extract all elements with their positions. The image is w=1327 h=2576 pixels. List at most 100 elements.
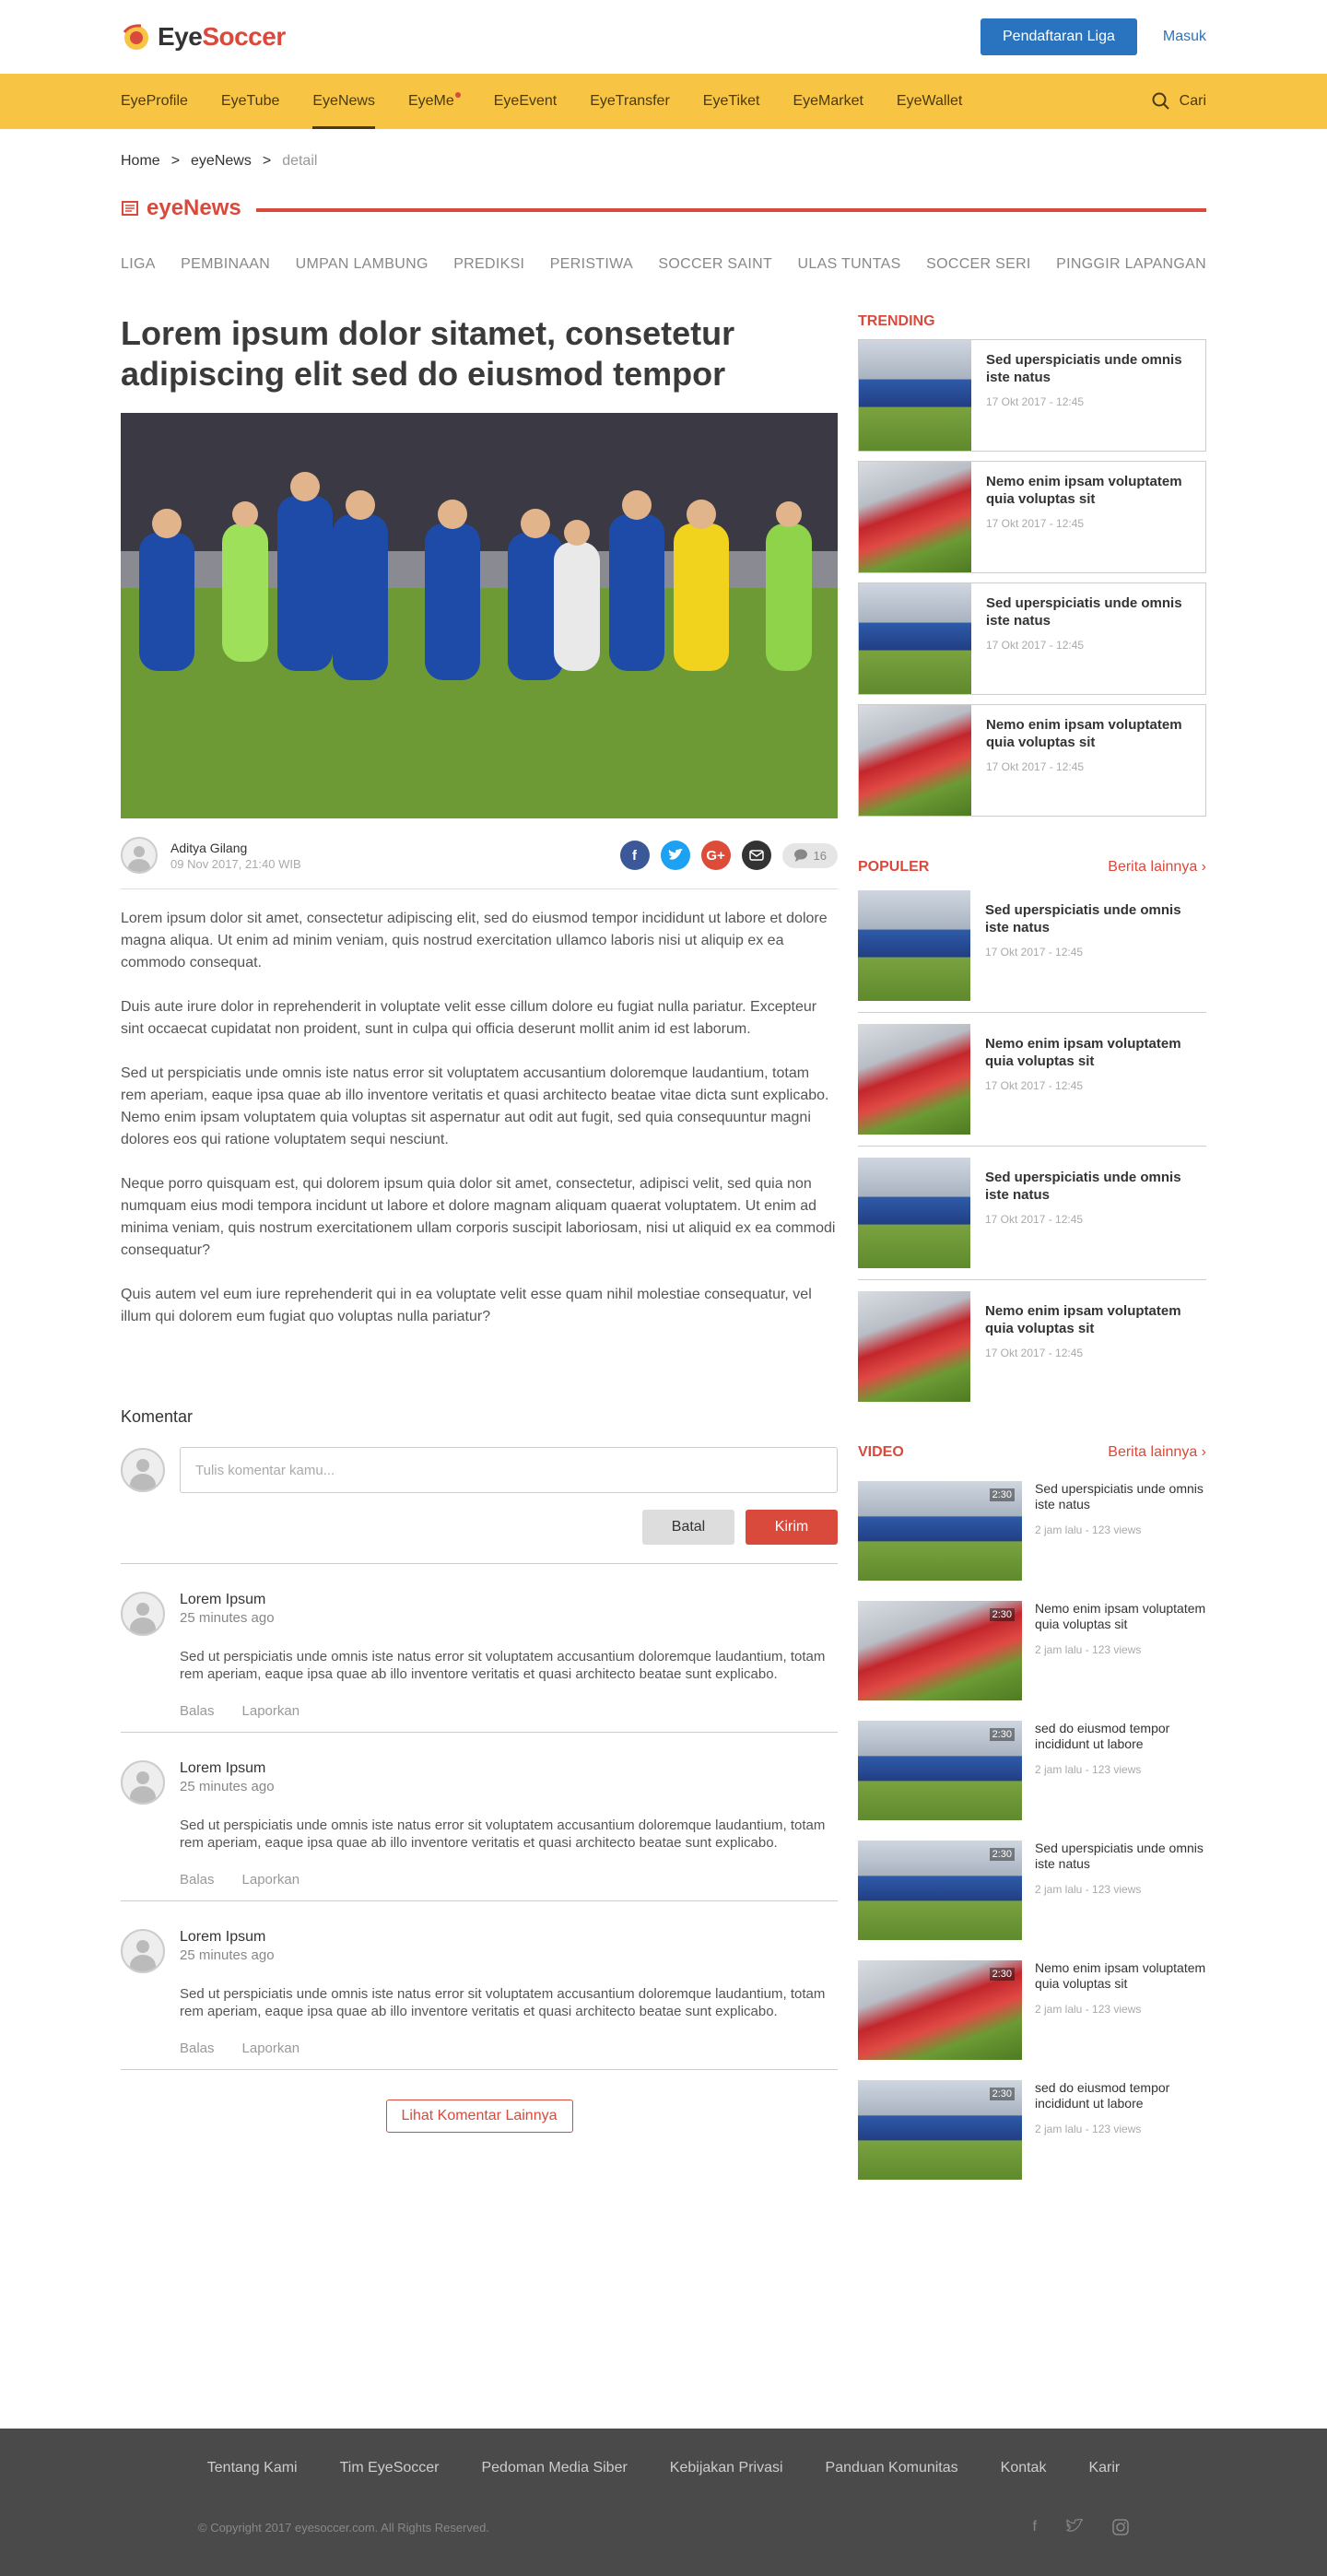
- video-thumbnail[interactable]: 2:30: [858, 2080, 1022, 2180]
- category-tab[interactable]: PEMBINAAN: [181, 256, 270, 273]
- search-button[interactable]: Cari: [1152, 92, 1206, 111]
- populer-title[interactable]: Sed uperspiciatis unde omnis iste natus: [985, 901, 1192, 936]
- report-link[interactable]: Laporkan: [242, 1703, 300, 1719]
- category-tab[interactable]: PINGGIR LAPANGAN: [1056, 256, 1206, 273]
- nav-item-eyeme[interactable]: EyeMe: [392, 74, 477, 129]
- video-title[interactable]: sed do eiusmod tempor incididunt ut labo…: [1035, 2080, 1206, 2111]
- nav-item-eyetiket[interactable]: EyeTiket: [687, 74, 777, 129]
- video-meta: 2 jam lalu - 123 views: [1035, 1883, 1142, 1896]
- video-more-link[interactable]: Berita lainnya ›: [1108, 1444, 1206, 1461]
- populer-title[interactable]: Nemo enim ipsam voluptatem quia voluptas…: [985, 1035, 1192, 1070]
- instagram-icon[interactable]: [1112, 2519, 1129, 2535]
- nav-item-eyemarket[interactable]: EyeMarket: [776, 74, 879, 129]
- facebook-share-icon[interactable]: f: [619, 841, 650, 870]
- video-item[interactable]: 2:30 Sed uperspiciatis unde omnis iste na…: [858, 1841, 1206, 1940]
- populer-more-link[interactable]: Berita lainnya ›: [1108, 859, 1206, 876]
- populer-title[interactable]: Sed uperspiciatis unde omnis iste natus: [985, 1169, 1192, 1204]
- populer-item[interactable]: Sed uperspiciatis unde omnis iste natus 1…: [858, 1147, 1206, 1280]
- video-item[interactable]: 2:30 Sed uperspiciatis unde omnis iste na…: [858, 1481, 1206, 1581]
- video-thumbnail[interactable]: 2:30: [858, 1601, 1022, 1700]
- category-tab[interactable]: ULAS TUNTAS: [798, 256, 901, 273]
- search-icon: [1152, 92, 1169, 110]
- twitter-icon[interactable]: [1066, 2519, 1083, 2534]
- comment-count-badge[interactable]: 16: [781, 842, 838, 868]
- footer-link[interactable]: Pedoman Media Siber: [481, 2460, 627, 2476]
- populer-item[interactable]: Nemo enim ipsam voluptatem quia voluptas…: [858, 1280, 1206, 1413]
- video-thumbnail[interactable]: 2:30: [858, 1960, 1022, 2060]
- trending-card[interactable]: Nemo enim ipsam voluptatem quia voluptas…: [858, 704, 1206, 817]
- nav-item-eyeevent[interactable]: EyeEvent: [477, 74, 573, 129]
- comment-time: 25 minutes ago: [180, 1610, 275, 1626]
- video-item[interactable]: 2:30 Nemo enim ipsam voluptatem quia volu…: [858, 1601, 1206, 1700]
- report-link[interactable]: Laporkan: [242, 2041, 300, 2056]
- send-comment-button[interactable]: Kirim: [746, 1510, 838, 1545]
- footer-link[interactable]: Tim EyeSoccer: [340, 2460, 440, 2476]
- video-title[interactable]: sed do eiusmod tempor incididunt ut labo…: [1035, 1721, 1206, 1752]
- video-title[interactable]: Sed uperspiciatis unde omnis iste natus: [1035, 1481, 1206, 1512]
- nav-item-eyeprofile[interactable]: EyeProfile: [121, 74, 205, 129]
- trending-card[interactable]: Nemo enim ipsam voluptatem quia voluptas…: [858, 461, 1206, 573]
- nav-item-eyewallet[interactable]: EyeWallet: [880, 74, 979, 129]
- video-title[interactable]: Nemo enim ipsam voluptatem quia voluptas…: [1035, 1960, 1206, 1992]
- article-paragraph: Sed ut perspiciatis unde omnis iste natu…: [121, 1065, 829, 1147]
- google-plus-share-icon[interactable]: G+: [700, 841, 731, 870]
- facebook-icon[interactable]: f: [1033, 2519, 1037, 2535]
- nav-item-eyetransfer[interactable]: EyeTransfer: [573, 74, 687, 129]
- category-tab[interactable]: LIGA: [121, 256, 156, 273]
- reply-link[interactable]: Balas: [180, 1872, 215, 1888]
- twitter-share-icon[interactable]: [660, 841, 690, 870]
- video-thumbnail[interactable]: 2:30: [858, 1841, 1022, 1940]
- nav-item-eyenews[interactable]: EyeNews: [296, 74, 392, 129]
- populer-title[interactable]: Nemo enim ipsam voluptatem quia voluptas…: [985, 1302, 1192, 1337]
- video-text: sed do eiusmod tempor incididunt ut labo…: [1022, 1721, 1206, 1820]
- comment-input[interactable]: Tulis komentar kamu...: [180, 1447, 838, 1493]
- trending-thumbnail: [859, 340, 971, 451]
- video-item[interactable]: 2:30 Nemo enim ipsam voluptatem quia volu…: [858, 1960, 1206, 2060]
- site-logo[interactable]: EyeSoccer: [121, 22, 286, 52]
- category-tab[interactable]: PERISTIWA: [550, 256, 633, 273]
- article-meta: Aditya Gilang 09 Nov 2017, 21:40 WIB f G…: [121, 837, 838, 889]
- populer-item[interactable]: Nemo enim ipsam voluptatem quia voluptas…: [858, 1013, 1206, 1147]
- trending-title[interactable]: Sed uperspiciatis unde omnis iste natus: [986, 351, 1191, 386]
- commenter-name[interactable]: Lorem Ipsum: [180, 1760, 838, 1777]
- commenter-avatar: [121, 1929, 165, 1973]
- category-tab[interactable]: SOCCER SERI: [926, 256, 1031, 273]
- reply-link[interactable]: Balas: [180, 1703, 215, 1719]
- more-comments-button[interactable]: Lihat Komentar Lainnya: [385, 2100, 573, 2133]
- video-item[interactable]: 2:30 sed do eiusmod tempor incididunt ut …: [858, 2080, 1206, 2180]
- footer-link[interactable]: Kontak: [1001, 2460, 1047, 2476]
- category-tab[interactable]: SOCCER SAINT: [658, 256, 772, 273]
- chevron-right-icon: ›: [1201, 859, 1206, 875]
- cancel-button[interactable]: Batal: [642, 1510, 734, 1545]
- video-thumbnail[interactable]: 2:30: [858, 1481, 1022, 1581]
- breadcrumb-home[interactable]: Home: [121, 153, 160, 170]
- comments-heading: Komentar: [121, 1407, 194, 1426]
- breadcrumb-section[interactable]: eyeNews: [191, 153, 252, 170]
- trending-title[interactable]: Nemo enim ipsam voluptatem quia voluptas…: [986, 473, 1191, 508]
- populer-item[interactable]: Sed uperspiciatis unde omnis iste natus 1…: [858, 879, 1206, 1013]
- author-name[interactable]: Aditya Gilang: [170, 841, 301, 855]
- trending-card[interactable]: Sed uperspiciatis unde omnis iste natus 1…: [858, 339, 1206, 452]
- footer-link[interactable]: Panduan Komunitas: [826, 2460, 958, 2476]
- report-link[interactable]: Laporkan: [242, 1872, 300, 1888]
- nav-item-eyetube[interactable]: EyeTube: [205, 74, 296, 129]
- commenter-name[interactable]: Lorem Ipsum: [180, 1929, 838, 1946]
- email-share-icon[interactable]: [741, 841, 771, 870]
- trending-title[interactable]: Sed uperspiciatis unde omnis iste natus: [986, 594, 1191, 629]
- trending-card[interactable]: Sed uperspiciatis unde omnis iste natus 1…: [858, 582, 1206, 695]
- video-item[interactable]: 2:30 sed do eiusmod tempor incididunt ut …: [858, 1721, 1206, 1820]
- category-tab[interactable]: PREDIKSI: [453, 256, 524, 273]
- commenter-name[interactable]: Lorem Ipsum: [180, 1592, 838, 1608]
- populer-heading: POPULER Berita lainnya ›: [858, 859, 1206, 876]
- login-link[interactable]: Masuk: [1163, 29, 1206, 45]
- register-league-button[interactable]: Pendaftaran Liga: [981, 18, 1137, 55]
- footer-link[interactable]: Tentang Kami: [207, 2460, 298, 2476]
- video-title[interactable]: Nemo enim ipsam voluptatem quia voluptas…: [1035, 1601, 1206, 1632]
- video-title[interactable]: Sed uperspiciatis unde omnis iste natus: [1035, 1841, 1206, 1872]
- footer-link[interactable]: Karir: [1088, 2460, 1120, 2476]
- category-tab[interactable]: UMPAN LAMBUNG: [296, 256, 429, 273]
- trending-title[interactable]: Nemo enim ipsam voluptatem quia voluptas…: [986, 716, 1191, 751]
- footer-link[interactable]: Kebijakan Privasi: [670, 2460, 783, 2476]
- reply-link[interactable]: Balas: [180, 2041, 215, 2056]
- video-thumbnail[interactable]: 2:30: [858, 1721, 1022, 1820]
